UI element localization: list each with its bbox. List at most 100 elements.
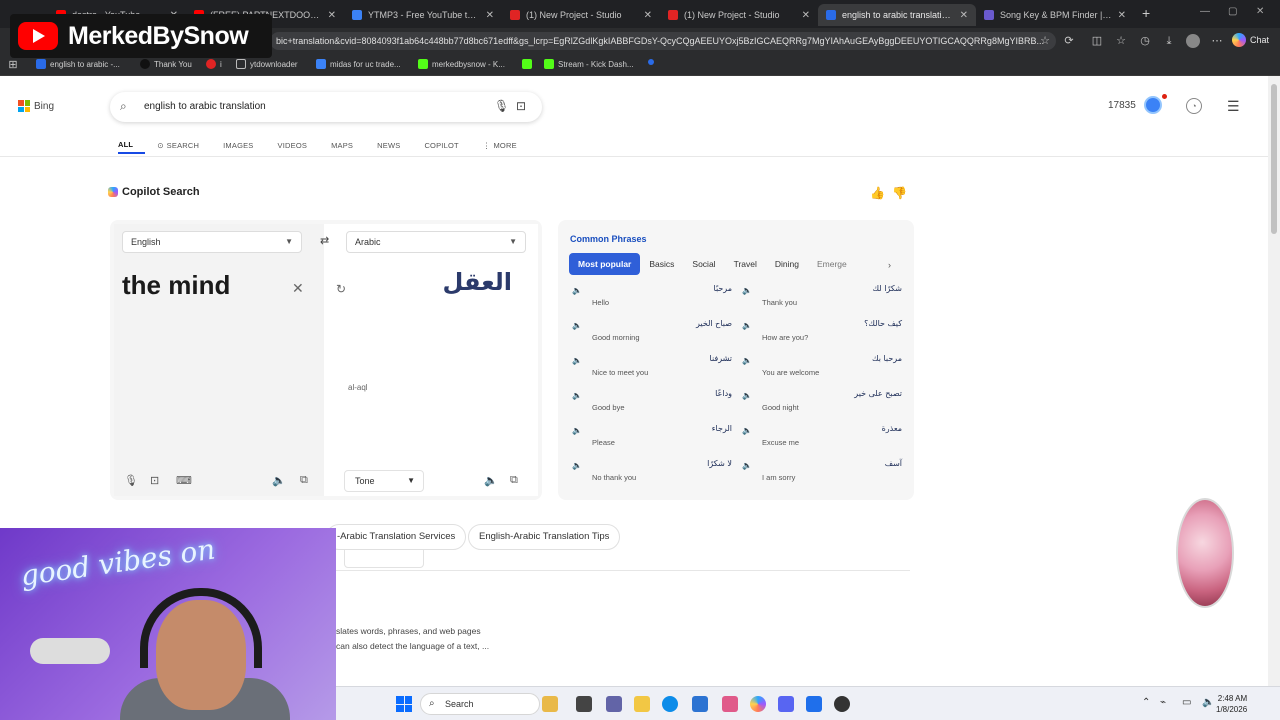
search-input[interactable]: english to arabic translation: [144, 101, 266, 112]
refresh-icon[interactable]: ↻: [336, 282, 346, 296]
microphone-icon[interactable]: 🎙: [494, 99, 509, 113]
tab-news[interactable]: NEWS: [377, 136, 412, 154]
extension-icon[interactable]: ⟳: [1062, 34, 1076, 48]
speaker-icon[interactable]: 🔈: [572, 356, 582, 365]
tab-social[interactable]: Social: [683, 253, 724, 275]
phrase-item[interactable]: 🔈 تشرفنا Nice to meet you: [572, 354, 732, 388]
phrase-item[interactable]: 🔈 تصبح على خير Good night: [742, 389, 902, 423]
tab-emergency[interactable]: Emerge: [808, 253, 856, 275]
tab-copilot[interactable]: COPILOT: [424, 136, 470, 154]
split-screen-icon[interactable]: ◫: [1090, 34, 1104, 48]
tab-maps[interactable]: MAPS: [331, 136, 365, 154]
speaker-icon[interactable]: 🔈: [272, 474, 286, 487]
network-icon[interactable]: ⌁: [1160, 697, 1166, 708]
favorite-link[interactable]: i: [206, 59, 222, 69]
favorite-link[interactable]: merkedbysnow - K...: [418, 59, 505, 69]
maximize-icon[interactable]: ▢: [1228, 6, 1237, 17]
notepad-icon[interactable]: [806, 696, 822, 712]
speaker-icon[interactable]: 🔈: [742, 356, 752, 365]
file-explorer-icon[interactable]: [634, 696, 650, 712]
page-scrollbar[interactable]: [1268, 76, 1280, 686]
speaker-icon[interactable]: 🔈: [742, 391, 752, 400]
phrase-item[interactable]: 🔈 مرحبًا Hello: [572, 284, 732, 318]
widget-icon[interactable]: [542, 696, 558, 712]
bing-logo[interactable]: Bing: [18, 100, 54, 112]
target-language-select[interactable]: Arabic ▼: [346, 231, 526, 253]
task-view-icon[interactable]: [576, 696, 592, 712]
speaker-icon[interactable]: 🔈: [572, 286, 582, 295]
rewards-points[interactable]: 17835: [1108, 100, 1136, 111]
favorite-link[interactable]: Stream - Kick Dash...: [544, 59, 634, 69]
copy-icon[interactable]: ⧉: [300, 474, 308, 487]
close-icon[interactable]: ✕: [486, 10, 494, 21]
favorite-link[interactable]: [648, 59, 658, 65]
close-icon[interactable]: ✕: [644, 10, 652, 21]
favorite-link[interactable]: Thank You: [140, 59, 192, 69]
teams-icon[interactable]: [606, 696, 622, 712]
microphone-icon[interactable]: 🎙: [124, 474, 138, 487]
tab-search[interactable]: ⊙ SEARCH: [157, 136, 211, 154]
speaker-icon[interactable]: 🔈: [742, 286, 752, 295]
tab-most-popular[interactable]: Most popular: [569, 253, 641, 275]
rewards-medal-icon[interactable]: [1144, 96, 1162, 114]
swap-languages-icon[interactable]: ⇄: [320, 234, 329, 247]
start-button-icon[interactable]: [396, 696, 412, 712]
chevron-up-icon[interactable]: ⌃: [1142, 697, 1150, 708]
edge-icon[interactable]: [662, 696, 678, 712]
copilot-icon[interactable]: [750, 696, 766, 712]
phrase-item[interactable]: 🔈 لا شكرًا No thank you: [572, 459, 732, 493]
speaker-icon[interactable]: 🔈: [742, 461, 752, 470]
minimize-icon[interactable]: —: [1200, 6, 1210, 17]
speaker-icon[interactable]: 🔈: [572, 426, 582, 435]
clear-text-icon[interactable]: ✕: [292, 280, 304, 297]
tab-travel[interactable]: Travel: [725, 253, 766, 275]
star-icon[interactable]: ☆: [1038, 34, 1052, 48]
tab-all[interactable]: ALL: [118, 136, 146, 154]
url-field[interactable]: bic+translation&cvid=8084093f1ab64c448bb…: [270, 32, 1056, 50]
profile-avatar[interactable]: [1186, 34, 1200, 48]
speaker-icon[interactable]: 🔈: [742, 426, 752, 435]
speaker-icon[interactable]: 🔈: [572, 321, 582, 330]
system-clock[interactable]: 2:48 AM 1/8/2026: [1216, 693, 1247, 715]
phrase-item[interactable]: 🔈 معذرة Excuse me: [742, 424, 902, 458]
tab-dining[interactable]: Dining: [766, 253, 808, 275]
phrase-item[interactable]: 🔈 الرجاء Please: [572, 424, 732, 458]
favorite-link[interactable]: english to arabic -...: [36, 59, 120, 69]
download-icon[interactable]: ⤓: [1162, 34, 1176, 48]
thumbs-up-icon[interactable]: 👍: [870, 186, 885, 200]
obs-icon[interactable]: [834, 696, 850, 712]
search-box[interactable]: ⌕ english to arabic translation 🎙 ⊡: [110, 92, 542, 122]
favorite-link[interactable]: [522, 59, 536, 69]
phrase-item[interactable]: 🔈 كيف حالك؟ How are you?: [742, 319, 902, 353]
tab-more[interactable]: ⋮ MORE: [483, 136, 529, 154]
close-icon[interactable]: ✕: [802, 10, 810, 21]
close-icon[interactable]: ✕: [960, 10, 968, 21]
favorites-folder-icon[interactable]: ⊞: [6, 58, 20, 72]
discord-icon[interactable]: [778, 696, 794, 712]
favorites-icon[interactable]: ☆: [1114, 34, 1128, 48]
scrollbar-thumb[interactable]: [1271, 84, 1277, 234]
speaker-icon[interactable]: 🔈: [572, 391, 582, 400]
browser-tab[interactable]: Song Key & BPM Finder | Tunebat ✕: [976, 4, 1134, 26]
favorite-link[interactable]: midas for uc trade...: [316, 59, 401, 69]
related-search-chip[interactable]: English-Arabic Translation Tips: [468, 524, 621, 550]
keyboard-icon[interactable]: ⌨: [176, 474, 192, 487]
more-menu-icon[interactable]: ⋯: [1210, 34, 1224, 48]
browser-tab[interactable]: (1) New Project - Studio ✕: [502, 4, 660, 26]
display-icon[interactable]: ▭: [1182, 697, 1191, 708]
phrase-item[interactable]: 🔈 صباح الخير Good morning: [572, 319, 732, 353]
history-icon[interactable]: ◷: [1138, 34, 1152, 48]
browser-tab[interactable]: (1) New Project - Studio ✕: [660, 4, 818, 26]
thumbs-down-icon[interactable]: 👎: [892, 186, 907, 200]
phrase-item[interactable]: 🔈 آسف I am sorry: [742, 459, 902, 493]
chevron-right-icon[interactable]: ›: [888, 260, 891, 270]
copilot-chat-button[interactable]: Chat: [1232, 33, 1269, 47]
related-search-chip[interactable]: -Arabic Translation Services: [326, 524, 467, 550]
browser-tab-active[interactable]: english to arabic translation - Sea ✕: [818, 4, 976, 26]
tone-select[interactable]: Tone ▼: [344, 470, 424, 492]
speaker-icon[interactable]: 🔈: [484, 474, 498, 487]
new-tab-button[interactable]: +: [1142, 5, 1150, 21]
tab-images[interactable]: IMAGES: [223, 136, 265, 154]
speaker-icon[interactable]: 🔈: [572, 461, 582, 470]
close-icon[interactable]: ✕: [328, 10, 336, 21]
